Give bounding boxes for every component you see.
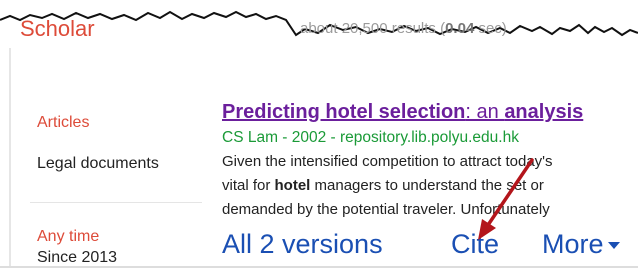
- arrow-head: [478, 219, 496, 240]
- red-arrow-annotation: [478, 158, 534, 240]
- scholar-screenshot: Scholar about 20,500 results (0.04 sec) …: [0, 0, 638, 268]
- arrow-shaft: [484, 158, 534, 230]
